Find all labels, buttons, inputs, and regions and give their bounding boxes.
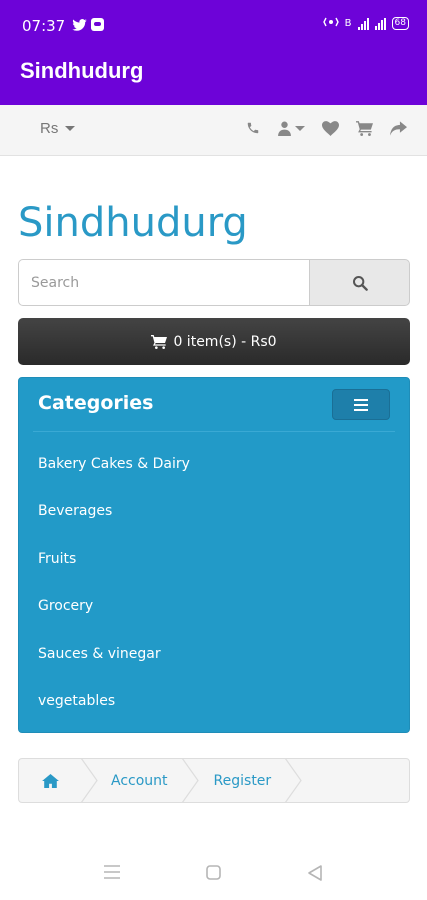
home-button-icon[interactable] [206,865,221,885]
top-nav: Rs [0,105,427,156]
system-nav-bar [0,845,427,900]
divider [33,431,395,432]
breadcrumb-separator [285,759,302,802]
user-dropdown[interactable] [278,121,305,136]
search-input[interactable] [18,259,309,306]
search-button[interactable] [309,259,410,306]
category-item[interactable]: Grocery [38,594,190,641]
categories-list: Bakery Cakes & Dairy Beverages Fruits Gr… [38,452,190,736]
user-icon [278,121,291,136]
status-time: 07:37 [22,17,66,35]
recents-icon[interactable] [104,865,120,884]
phone-icon[interactable] [244,119,262,137]
signal-icon [357,17,369,30]
breadcrumb-separator [81,759,98,802]
home-icon [41,773,59,788]
app-bar: Sindhudurg [0,38,427,105]
back-icon[interactable] [308,865,322,886]
app-title: Sindhudurg [20,58,144,83]
breadcrumb-home[interactable] [19,759,81,802]
categories-title: Categories [38,392,154,414]
breadcrumb-register[interactable]: Register [200,759,286,802]
nav-icons [244,119,407,137]
currency-label: Rs [40,120,59,137]
hotspot-icon [322,17,339,30]
cart-icon [151,334,168,349]
category-item[interactable]: Fruits [38,547,190,594]
status-bar: 07:37 B 68 [0,0,427,38]
chevron-down-icon [295,125,305,131]
cart-icon[interactable] [355,119,373,137]
cart-button[interactable]: 0 item(s) - Rs0 [18,318,410,365]
category-item[interactable]: vegetables [38,689,190,736]
status-indicators: B 68 [322,17,409,30]
battery-icon: 68 [391,17,409,30]
categories-panel: Categories Bakery Cakes & Dairy Beverage… [18,377,410,733]
twitter-icon [72,18,87,36]
menu-toggle-button[interactable] [332,389,390,420]
wifi-signal-icon [374,17,386,30]
hamburger-icon [354,398,368,401]
volte-icon: B [344,18,352,29]
search-icon [352,275,368,291]
chevron-down-icon [65,126,76,131]
category-item[interactable]: Bakery Cakes & Dairy [38,452,190,499]
category-item[interactable]: Sauces & vinegar [38,642,190,689]
heart-icon[interactable] [321,119,339,137]
breadcrumb: Account Register [18,758,410,803]
breadcrumb-separator [181,759,199,802]
category-item[interactable]: Beverages [38,499,190,546]
search-bar [18,259,410,306]
cart-summary: 0 item(s) - Rs0 [173,333,277,350]
share-icon[interactable] [389,119,407,137]
store-title[interactable]: Sindhudurg [18,200,248,246]
breadcrumb-account[interactable]: Account [99,759,182,802]
currency-dropdown[interactable]: Rs [40,120,76,137]
message-icon [91,18,104,31]
